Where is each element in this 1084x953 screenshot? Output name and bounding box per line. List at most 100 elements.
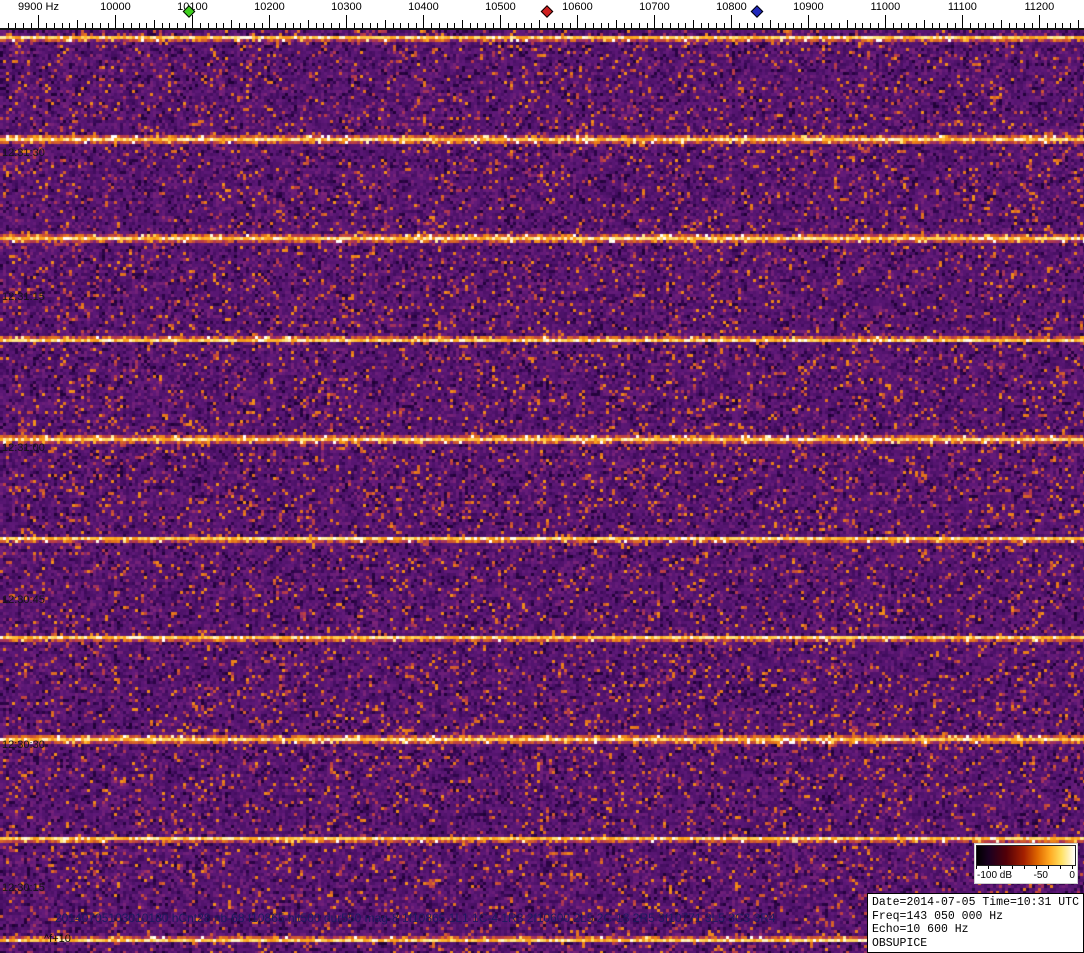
freq-tick	[1062, 23, 1063, 28]
freq-tick	[77, 20, 78, 28]
freq-tick	[331, 23, 332, 28]
freq-tick	[493, 23, 494, 28]
time-tick-label: 12:30:45	[2, 594, 45, 606]
freq-tick	[562, 23, 563, 28]
time-tick-label: 12:30:15	[2, 882, 45, 894]
spectrogram-app: 9900 Hz 10000 10100 10200 10300 10400 10500 106…	[0, 0, 1084, 953]
freq-tick	[793, 23, 794, 28]
freq-tick	[916, 23, 917, 28]
freq-tick	[708, 23, 709, 28]
db-scalebar: -100 dB -50 0	[974, 843, 1078, 884]
freq-tick	[23, 23, 24, 28]
freq-tick	[1001, 20, 1002, 28]
freq-tick	[693, 20, 694, 28]
freq-tick	[754, 23, 755, 28]
freq-tick	[108, 23, 109, 28]
freq-tick	[616, 20, 617, 28]
freq-tick	[300, 23, 301, 28]
freq-tick	[824, 23, 825, 28]
frequency-ruler[interactable]: 9900 Hz 10000 10100 10200 10300 10400 10500 106…	[0, 0, 1084, 30]
freq-tick	[385, 20, 386, 28]
db-label-max: 0	[1069, 869, 1075, 882]
freq-tick	[131, 23, 132, 28]
spectrogram-canvas[interactable]	[0, 30, 1084, 953]
freq-tick	[323, 23, 324, 28]
freq-tick-label: 10800	[716, 1, 747, 13]
freq-tick	[831, 23, 832, 28]
freq-tick	[878, 23, 879, 28]
freq-tick	[1078, 20, 1079, 28]
freq-tick-label: 10300	[331, 1, 362, 13]
freq-tick	[485, 23, 486, 28]
freq-tick	[208, 23, 209, 28]
freq-tick	[1032, 23, 1033, 28]
freq-tick	[354, 23, 355, 28]
freq-tick-label: 10400	[408, 1, 439, 13]
info-box-line: OBSUPICE	[872, 937, 1079, 951]
freq-tick	[339, 23, 340, 28]
freq-tick-label: 11200	[1024, 1, 1054, 13]
freq-tick	[423, 15, 424, 28]
freq-tick	[1055, 23, 1056, 28]
freq-tick	[739, 23, 740, 28]
freq-tick	[1016, 23, 1017, 28]
db-gradient-bar	[976, 845, 1076, 866]
freq-tick	[778, 23, 779, 28]
freq-tick	[670, 23, 671, 28]
freq-tick	[447, 23, 448, 28]
freq-tick	[955, 23, 956, 28]
freq-tick	[962, 15, 963, 28]
freq-tick	[500, 15, 501, 28]
freq-tick	[162, 23, 163, 28]
freq-tick	[993, 23, 994, 28]
red-marker-diamond[interactable]	[540, 5, 553, 18]
freq-tick	[839, 23, 840, 28]
freq-tick	[724, 23, 725, 28]
freq-tick-label: 10500	[485, 1, 516, 13]
freq-tick	[885, 15, 886, 28]
freq-tick	[8, 23, 9, 28]
freq-tick	[146, 23, 147, 28]
blue-marker-diamond[interactable]	[750, 5, 763, 18]
freq-tick-label: 10000	[100, 1, 131, 13]
freq-tick-label: 10700	[639, 1, 670, 13]
freq-tick	[115, 15, 116, 28]
freq-tick	[855, 23, 856, 28]
freq-tick	[408, 23, 409, 28]
freq-tick	[38, 15, 39, 28]
freq-tick	[647, 23, 648, 28]
freq-tick	[808, 15, 809, 28]
freq-tick	[393, 23, 394, 28]
freq-tick	[608, 23, 609, 28]
freq-tick	[15, 23, 16, 28]
freq-tick	[932, 23, 933, 28]
db-scale-labels: -100 dB -50 0	[976, 869, 1076, 882]
freq-tick	[801, 23, 802, 28]
freq-tick	[200, 23, 201, 28]
freq-tick	[624, 23, 625, 28]
freq-tick	[462, 20, 463, 28]
freq-tick	[431, 23, 432, 28]
freq-tick	[370, 23, 371, 28]
freq-tick-label: 10900	[793, 1, 824, 13]
freq-tick	[577, 15, 578, 28]
freq-tick	[285, 23, 286, 28]
spectrogram-area: 12:31:30 12:31:15 12:31:00 12:30:45 12:30:30…	[0, 30, 1084, 953]
freq-tick	[223, 23, 224, 28]
freq-tick	[477, 23, 478, 28]
freq-tick	[439, 23, 440, 28]
freq-tick	[585, 23, 586, 28]
corner-label: ^f+10	[44, 933, 71, 945]
freq-tick	[554, 23, 555, 28]
freq-tick	[985, 23, 986, 28]
freq-tick	[924, 20, 925, 28]
freq-tick	[785, 23, 786, 28]
freq-tick	[508, 23, 509, 28]
freq-tick	[662, 23, 663, 28]
info-box: Date=2014-07-05 Time=10:31 UTC Freq=143 0…	[867, 893, 1084, 953]
freq-tick	[1024, 23, 1025, 28]
detection-annotation: 20140705103010180 hCnt28 nb-68 f10865 hi…	[55, 911, 776, 925]
freq-tick	[1070, 23, 1071, 28]
freq-tick	[547, 23, 548, 28]
freq-tick	[870, 23, 871, 28]
